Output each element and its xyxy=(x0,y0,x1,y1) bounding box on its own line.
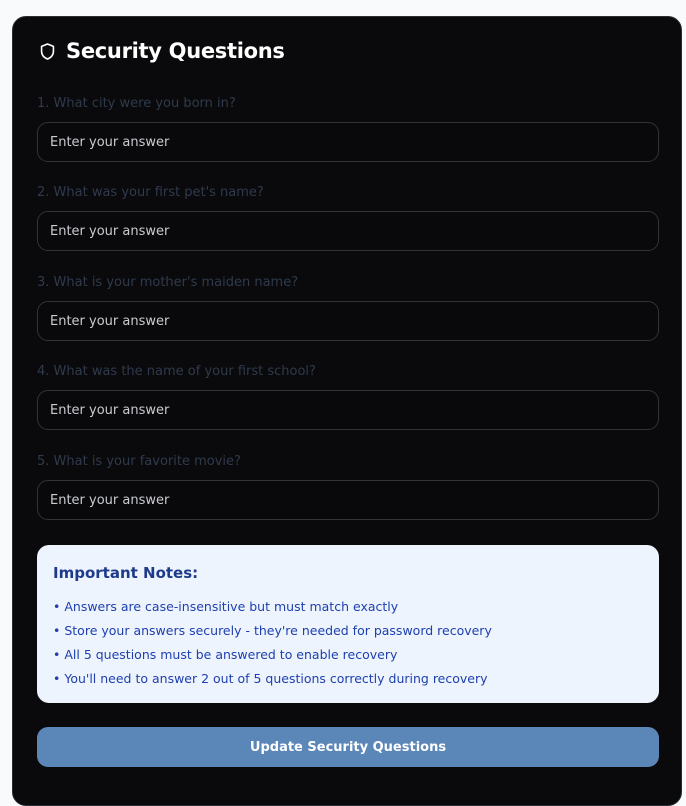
notes-list: • Answers are case-insensitive but must … xyxy=(53,595,643,691)
question-4: 4. What was the name of your first schoo… xyxy=(37,363,659,430)
note-item: • You'll need to answer 2 out of 5 quest… xyxy=(53,671,488,686)
question-2-answer-input[interactable] xyxy=(37,211,659,251)
card-header: Security Questions xyxy=(38,39,285,63)
question-5: 5. What is your favorite movie? xyxy=(37,453,659,520)
question-5-label: 5. What is your favorite movie? xyxy=(37,454,241,469)
question-2: 2. What was your first pet's name? xyxy=(37,184,659,251)
question-4-answer-input[interactable] xyxy=(37,390,659,430)
note-item: • All 5 questions must be answered to en… xyxy=(53,647,398,662)
question-1-label: 1. What city were you born in? xyxy=(37,96,236,111)
note-item: • Store your answers securely - they're … xyxy=(53,623,492,638)
security-questions-card: Security Questions 1. What city were you… xyxy=(12,16,682,806)
page-title: Security Questions xyxy=(66,39,285,63)
question-2-label: 2. What was your first pet's name? xyxy=(37,185,264,200)
question-3-answer-input[interactable] xyxy=(37,301,659,341)
notes-title: Important Notes: xyxy=(53,564,199,582)
shield-icon xyxy=(38,42,57,61)
question-1: 1. What city were you born in? xyxy=(37,95,659,162)
question-3-label: 3. What is your mother's maiden name? xyxy=(37,275,299,290)
update-security-questions-button[interactable]: Update Security Questions xyxy=(37,727,659,767)
question-3: 3. What is your mother's maiden name? xyxy=(37,274,659,341)
question-4-label: 4. What was the name of your first schoo… xyxy=(37,364,316,379)
note-item: • Answers are case-insensitive but must … xyxy=(53,599,399,614)
question-1-answer-input[interactable] xyxy=(37,122,659,162)
important-notes-panel: Important Notes: • Answers are case-inse… xyxy=(37,545,659,703)
question-5-answer-input[interactable] xyxy=(37,480,659,520)
